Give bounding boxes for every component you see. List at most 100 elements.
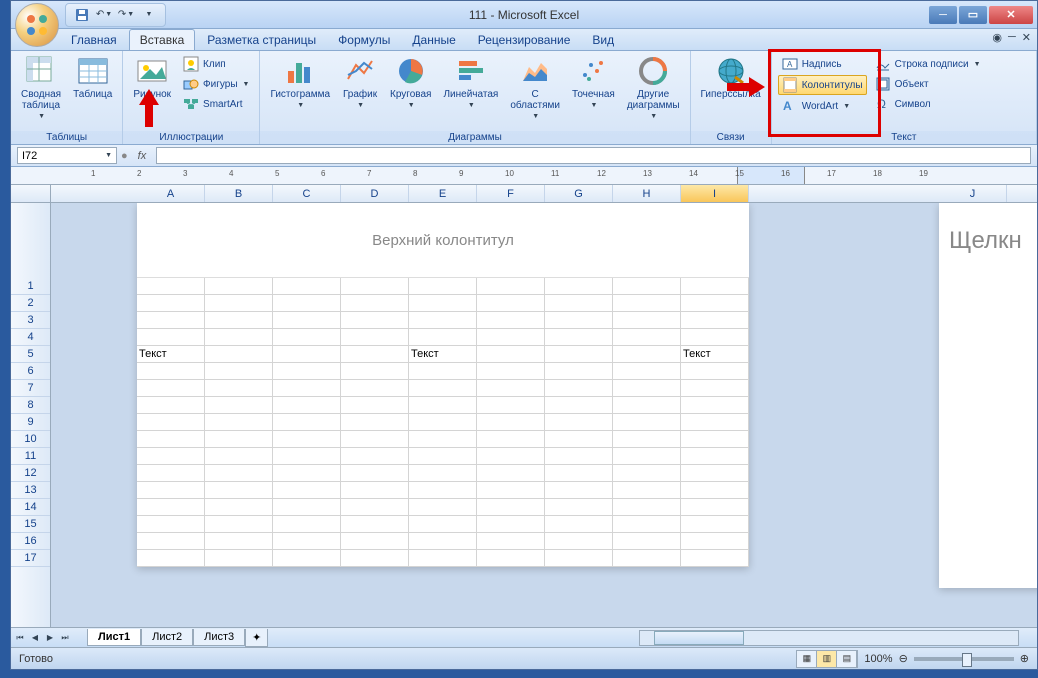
col-header-i[interactable]: I (681, 185, 749, 202)
cell[interactable] (273, 516, 341, 533)
cell[interactable] (137, 465, 205, 482)
cell[interactable] (409, 363, 477, 380)
cell[interactable] (545, 295, 613, 312)
qat-customize-icon[interactable]: ▼ (141, 7, 157, 23)
cell[interactable] (205, 380, 273, 397)
cell[interactable] (409, 414, 477, 431)
cell[interactable] (137, 397, 205, 414)
cell[interactable] (273, 312, 341, 329)
row-header[interactable]: 8 (11, 397, 50, 414)
other-charts-button[interactable]: Другие диаграммы▼ (623, 53, 684, 122)
cell[interactable] (409, 312, 477, 329)
cell[interactable] (613, 363, 681, 380)
pivot-table-button[interactable]: Сводная таблица ▼ (17, 53, 65, 122)
scatter-chart-button[interactable]: Точечная▼ (568, 53, 619, 111)
cell[interactable] (273, 465, 341, 482)
row-header[interactable]: 2 (11, 295, 50, 312)
cell[interactable] (273, 448, 341, 465)
page-view[interactable]: Верхний колонтитул ТекстТекстТекст Щелкн (51, 203, 1037, 627)
cell[interactable] (681, 533, 749, 550)
cell[interactable] (273, 295, 341, 312)
cell[interactable] (477, 312, 545, 329)
table-button[interactable]: Таблица (69, 53, 116, 102)
row-header[interactable]: 17 (11, 550, 50, 567)
cell[interactable] (545, 499, 613, 516)
cell[interactable] (545, 516, 613, 533)
cell[interactable] (613, 312, 681, 329)
cell[interactable] (341, 363, 409, 380)
cell[interactable] (341, 465, 409, 482)
cell[interactable] (273, 329, 341, 346)
cell[interactable] (545, 397, 613, 414)
cell[interactable] (477, 295, 545, 312)
hyperlink-button[interactable]: Гиперссылка (697, 53, 765, 102)
row-header[interactable]: 6 (11, 363, 50, 380)
cell[interactable] (137, 550, 205, 567)
cell[interactable] (341, 278, 409, 295)
cell[interactable] (545, 312, 613, 329)
tab-insert[interactable]: Вставка (129, 29, 196, 50)
cell[interactable] (409, 278, 477, 295)
cell[interactable] (341, 516, 409, 533)
cell[interactable] (477, 533, 545, 550)
column-chart-button[interactable]: Гистограмма▼ (266, 53, 334, 111)
cell[interactable] (681, 312, 749, 329)
sheet-tab-2[interactable]: Лист2 (141, 629, 193, 646)
save-icon[interactable] (74, 7, 90, 23)
cell[interactable] (205, 329, 273, 346)
cell[interactable] (205, 448, 273, 465)
cell[interactable] (409, 516, 477, 533)
cell[interactable] (409, 397, 477, 414)
cell[interactable] (681, 448, 749, 465)
minimize-button[interactable]: ─ (929, 6, 957, 24)
name-box[interactable]: I72▼ (17, 147, 117, 164)
row-header[interactable]: 14 (11, 499, 50, 516)
cell[interactable] (341, 533, 409, 550)
zoom-level[interactable]: 100% (864, 653, 892, 665)
cell[interactable] (273, 482, 341, 499)
cell[interactable] (341, 295, 409, 312)
select-all-corner[interactable] (11, 185, 51, 202)
cell[interactable] (681, 278, 749, 295)
signature-line-button[interactable]: Строка подписи▼ (871, 55, 985, 73)
tab-review[interactable]: Рецензирование (468, 30, 581, 50)
cell[interactable] (409, 550, 477, 567)
cell[interactable] (681, 397, 749, 414)
cell[interactable] (137, 499, 205, 516)
cell[interactable] (545, 414, 613, 431)
tab-page-layout[interactable]: Разметка страницы (197, 30, 326, 50)
view-page-layout-icon[interactable]: ▥ (817, 651, 837, 667)
header-footer-button[interactable]: Колонтитулы (778, 75, 867, 95)
cell[interactable] (341, 380, 409, 397)
cell[interactable] (273, 397, 341, 414)
cell[interactable] (137, 312, 205, 329)
cell[interactable] (477, 499, 545, 516)
cell[interactable] (409, 295, 477, 312)
col-header-a[interactable]: A (137, 185, 205, 202)
redo-icon[interactable]: ↷▼ (118, 7, 134, 23)
cell[interactable] (205, 499, 273, 516)
cell[interactable] (477, 278, 545, 295)
cell[interactable] (545, 380, 613, 397)
cell[interactable] (137, 380, 205, 397)
cell[interactable] (205, 295, 273, 312)
pie-chart-button[interactable]: Круговая▼ (386, 53, 435, 111)
cell[interactable] (409, 380, 477, 397)
zoom-in-button[interactable]: ⊕ (1020, 652, 1029, 665)
bar-chart-button[interactable]: Линейчатая▼ (439, 53, 502, 111)
inner-close-icon[interactable]: ✕ (1022, 31, 1031, 44)
row-header[interactable]: 11 (11, 448, 50, 465)
cell[interactable] (613, 346, 681, 363)
cell[interactable] (613, 380, 681, 397)
col-header-j[interactable]: J (939, 185, 1007, 202)
col-header-g[interactable]: G (545, 185, 613, 202)
cell[interactable] (613, 397, 681, 414)
cell[interactable] (205, 465, 273, 482)
maximize-button[interactable]: ▭ (959, 6, 987, 24)
cell[interactable] (137, 448, 205, 465)
row-header[interactable]: 10 (11, 431, 50, 448)
cell[interactable] (613, 533, 681, 550)
cell[interactable] (613, 499, 681, 516)
view-page-break-icon[interactable]: ▤ (837, 651, 857, 667)
cell[interactable] (205, 533, 273, 550)
